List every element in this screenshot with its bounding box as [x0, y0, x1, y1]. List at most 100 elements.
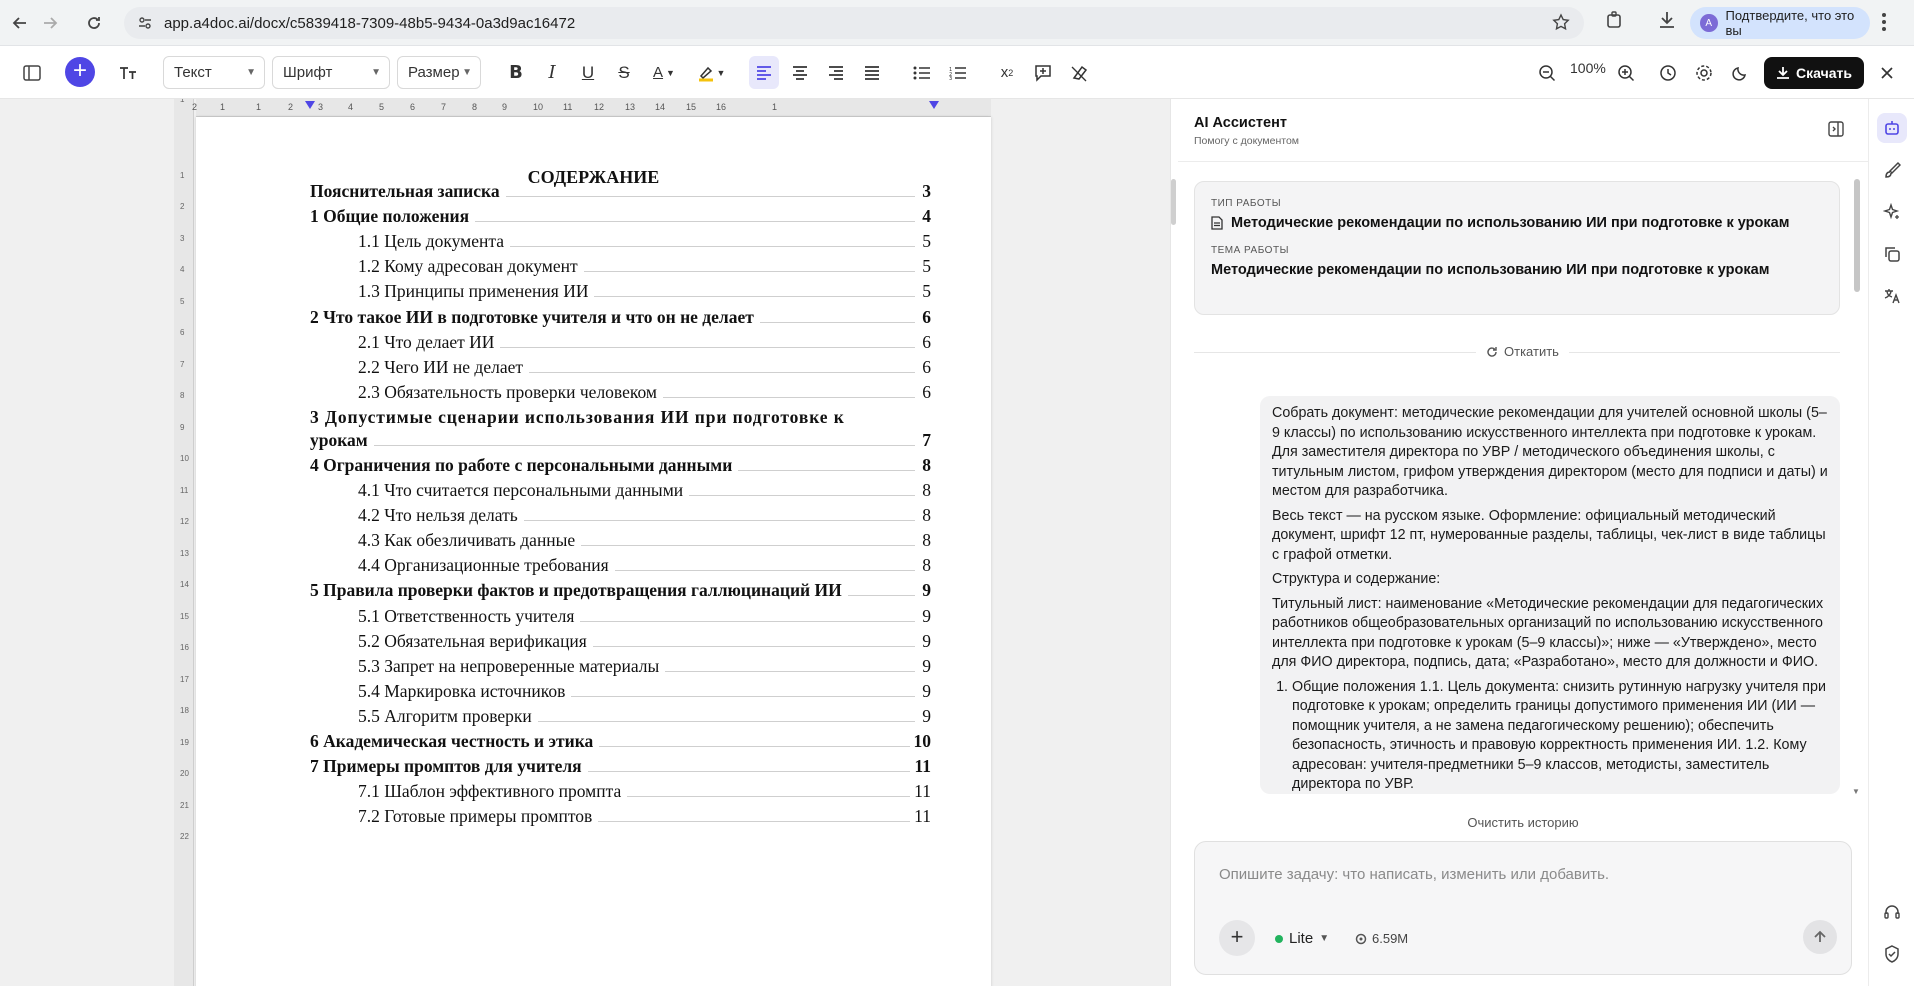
- indent-marker-right[interactable]: [929, 101, 939, 109]
- toc-entry[interactable]: 5.5 Алгоритм проверки 9: [310, 699, 931, 727]
- toc-entry[interactable]: 4.2 Что нельзя делать 8: [310, 498, 931, 527]
- superscript-icon[interactable]: x2: [992, 56, 1022, 89]
- font-select-value: Шрифт: [283, 64, 333, 81]
- toc-entry[interactable]: 4.4 Организационные требования 8: [310, 548, 931, 577]
- toc-entry[interactable]: 2.2 Чего ИИ не делает 6: [310, 350, 931, 378]
- toc-entry[interactable]: Пояснительная записка 3: [310, 174, 931, 202]
- toc-entry[interactable]: 1.1 Цель документа 5: [310, 224, 931, 253]
- clear-format-icon[interactable]: [1064, 56, 1094, 89]
- chat-scrollbar[interactable]: [1854, 179, 1860, 292]
- toc-entry[interactable]: 5 Правила проверки фактов и предотвращен…: [310, 573, 931, 602]
- model-label: Lite: [1289, 930, 1314, 947]
- toc-leader-dots: [662, 396, 915, 398]
- highlight-icon[interactable]: ▼: [693, 56, 729, 89]
- download-button[interactable]: Скачать: [1764, 57, 1864, 89]
- dark-mode-icon[interactable]: [1725, 56, 1755, 89]
- strikethrough-icon[interactable]: S: [609, 56, 639, 89]
- back-icon[interactable]: [6, 9, 34, 37]
- headset-icon[interactable]: [1877, 897, 1907, 927]
- toc-entry[interactable]: 2.3 Обязательность проверки человеком 6: [310, 375, 931, 403]
- add-button[interactable]: +: [65, 57, 95, 87]
- align-center-icon[interactable]: [785, 56, 815, 89]
- site-info-icon[interactable]: [138, 16, 152, 30]
- toc-entry[interactable]: 1.2 Кому адресован документ 5: [310, 249, 931, 278]
- numbered-list-icon[interactable]: 123: [943, 56, 973, 89]
- ruler-number: 8: [180, 391, 185, 400]
- brush-icon[interactable]: [1877, 155, 1907, 185]
- zoom-out-icon[interactable]: [1532, 56, 1562, 89]
- document-icon: [1211, 216, 1223, 230]
- align-left-icon[interactable]: [749, 56, 779, 89]
- toc-entry[interactable]: 1.3 Принципы применения ИИ 5: [310, 274, 931, 303]
- chat-input-placeholder[interactable]: Опишите задачу: что написать, изменить и…: [1219, 866, 1609, 883]
- gear-icon[interactable]: [1689, 56, 1719, 89]
- toc-entry[interactable]: 4.3 Как обезличивать данные 8: [310, 523, 931, 552]
- profile-verify-chip[interactable]: A Подтвердите, что это вы: [1690, 7, 1870, 39]
- align-justify-icon[interactable]: [857, 56, 887, 89]
- document-page[interactable]: СОДЕРЖАНИЕ Пояснительная записка 3 1 Общие…: [196, 117, 991, 986]
- toc-entry[interactable]: 7.2 Готовые примеры промптов 11: [310, 799, 931, 828]
- sparkles-icon[interactable]: [1877, 197, 1907, 227]
- address-bar[interactable]: app.a4doc.ai/docx/c5839418-7309-48b5-943…: [124, 7, 1584, 39]
- toc-entry[interactable]: 5.2 Обязательная верификация 9: [310, 624, 931, 652]
- toc-entry[interactable]: 2 Что такое ИИ в подготовке учителя и чт…: [310, 300, 931, 328]
- toc-entry[interactable]: 5.4 Маркировка источников 9: [310, 674, 931, 702]
- downloads-icon[interactable]: [1656, 9, 1678, 31]
- shield-check-icon[interactable]: [1877, 939, 1907, 969]
- toc-entry[interactable]: 1 Общие положения 4: [310, 199, 931, 228]
- send-button[interactable]: [1803, 920, 1837, 954]
- editor-toolbar: + Текст ▼ Шрифт ▼ Размер ▼ B I U S A ▼ ▼ 123…: [0, 46, 1914, 99]
- comment-add-icon[interactable]: [1028, 56, 1058, 89]
- font-select[interactable]: Шрифт ▼: [272, 56, 390, 89]
- toc-entry[interactable]: 6 Академическая честность и этика 10: [310, 724, 931, 752]
- collapse-panel-icon[interactable]: [1828, 121, 1844, 137]
- toc-entry[interactable]: урокам 7: [310, 423, 931, 451]
- align-right-icon[interactable]: [821, 56, 851, 89]
- browser-menu-icon[interactable]: [1882, 13, 1886, 31]
- close-icon[interactable]: [1872, 56, 1902, 89]
- copy-icon[interactable]: [1877, 239, 1907, 269]
- ruler-number: 1: [220, 102, 226, 112]
- indent-marker-left[interactable]: [305, 101, 315, 109]
- bullet-list-icon[interactable]: [907, 56, 937, 89]
- model-select[interactable]: Lite ▼: [1275, 930, 1329, 947]
- translate-icon[interactable]: [1877, 281, 1907, 311]
- forward-icon[interactable]: [36, 9, 64, 37]
- extensions-icon[interactable]: [1604, 9, 1626, 31]
- underline-icon[interactable]: U: [573, 56, 603, 89]
- style-select[interactable]: Текст ▼: [163, 56, 265, 89]
- history-icon[interactable]: [1653, 56, 1683, 89]
- toc-entry[interactable]: 4.1 Что считается персональными данными 8: [310, 473, 931, 501]
- toc-entry[interactable]: 5.3 Запрет на непроверенные материалы 9: [310, 649, 931, 677]
- bold-icon[interactable]: B: [501, 56, 531, 89]
- document-area[interactable]: 1 1 2 3 4 5 6 7 8 9 10 11 12 13 14 15 16 17 18 19 20 21 22 211…: [0, 99, 1170, 986]
- text-size-icon[interactable]: [114, 56, 144, 89]
- topic-value: Методические рекомендации по использован…: [1211, 262, 1770, 278]
- bookmark-star-icon[interactable]: [1552, 13, 1570, 31]
- toc-leader-dots: [510, 246, 915, 248]
- ruler-number: 13: [625, 102, 636, 112]
- toc-entry[interactable]: 7 Примеры промптов для учителя 11: [310, 749, 931, 778]
- zoom-in-icon[interactable]: [1611, 56, 1641, 89]
- size-select[interactable]: Размер ▼: [397, 56, 481, 89]
- clear-history-button[interactable]: Очистить историю: [1178, 815, 1868, 830]
- chevron-down-icon: ▼: [371, 67, 381, 78]
- toc-entry[interactable]: 7.1 Шаблон эффективного промпта 11: [310, 774, 931, 803]
- sidebar-toggle-icon[interactable]: [17, 56, 47, 89]
- toc-entry[interactable]: 5.1 Ответственность учителя 9: [310, 599, 931, 627]
- attach-plus-button[interactable]: +: [1219, 920, 1255, 956]
- toc-entry[interactable]: 4 Ограничения по работе с персональными …: [310, 448, 931, 476]
- text-color-icon[interactable]: A ▼: [647, 56, 681, 89]
- chat-composer[interactable]: Опишите задачу: что написать, изменить и…: [1194, 841, 1852, 975]
- italic-icon[interactable]: I: [537, 56, 567, 89]
- undo-button[interactable]: Откатить: [1476, 344, 1569, 359]
- toc-entry[interactable]: 2.1 Что делает ИИ 6: [310, 325, 931, 353]
- undo-label: Откатить: [1504, 344, 1559, 359]
- ruler-number: 19: [180, 737, 189, 747]
- resizer-grip[interactable]: [1171, 179, 1176, 225]
- toc-leader-dots: [587, 771, 911, 773]
- reload-icon[interactable]: [80, 9, 108, 37]
- robot-icon[interactable]: [1877, 113, 1907, 143]
- panel-resizer[interactable]: [1170, 99, 1178, 986]
- scroll-down-arrow-icon[interactable]: ▼: [1852, 787, 1860, 796]
